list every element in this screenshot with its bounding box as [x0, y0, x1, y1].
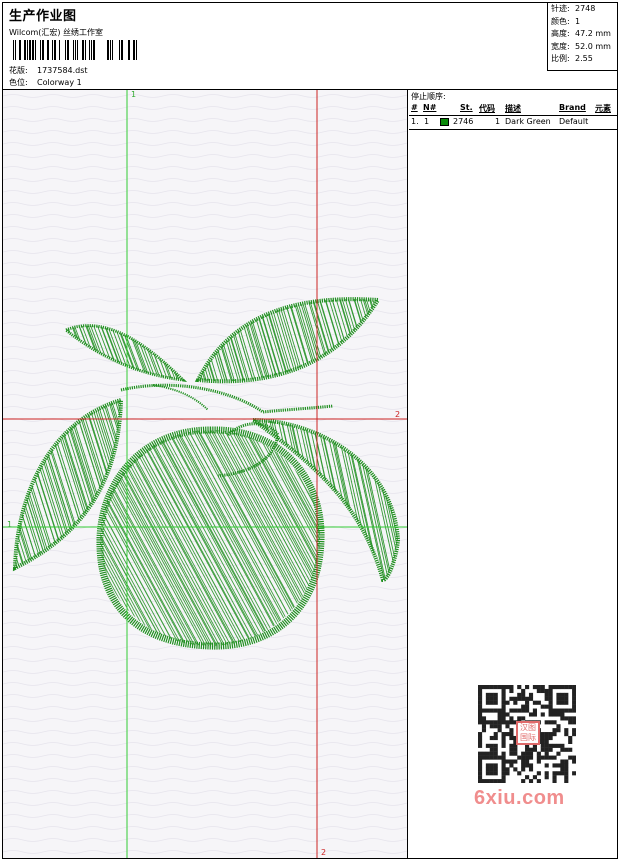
row-description: Dark Green	[505, 117, 551, 126]
row-brand: Default	[559, 117, 589, 126]
colorway-value: Colorway 1	[37, 78, 82, 87]
row-stitches: 2746	[453, 117, 474, 126]
thread-color-swatch	[440, 118, 449, 126]
stat-width: 宽度: 52.0 mm	[551, 41, 611, 51]
stop-sequence-title: 停止顺序:	[411, 92, 446, 101]
embroidery-canvas	[3, 90, 407, 858]
stat-height: 高度: 47.2 mm	[551, 29, 611, 38]
design-file-value: 1737584.dst	[37, 66, 88, 75]
watermark: 汉图 国际 6xiu.com	[470, 681, 582, 811]
stat-stitches: 针迹: 2748	[551, 4, 596, 13]
header-info: 生产作业图 Wilcom(汇宏) 丝绣工作室 花版: 1737584.dst 色位…	[7, 5, 547, 89]
green-crosshair-label-left: 1	[7, 520, 13, 529]
watermark-site: 6xiu.com	[474, 787, 565, 809]
col-element: 元素	[595, 104, 611, 113]
row-index: 1.	[411, 117, 419, 126]
design-stats: 针迹: 2748 颜色: 1 高度: 47.2 mm 宽度: 52.0 mm 比例: 2.…	[547, 3, 618, 71]
barcode	[13, 40, 137, 60]
col-index: #	[411, 103, 418, 112]
row-code: 1	[495, 117, 501, 126]
col-stitches: St.	[460, 103, 473, 112]
watermark-stamp: 汉图 国际	[516, 721, 540, 745]
col-description: 描述	[505, 104, 521, 113]
stat-colors: 颜色: 1	[551, 16, 581, 26]
green-crosshair-label-top: 1	[131, 90, 137, 99]
col-brand: Brand	[559, 103, 586, 112]
stat-scale: 比例: 2.55	[551, 54, 593, 63]
colorway-label: 色位:	[9, 78, 28, 87]
col-needle: N#	[423, 103, 437, 112]
design-file-row: 花版: 1737584.dst	[9, 65, 88, 76]
stop-sequence-header: # N# St. 代码 描述 Brand 元素	[409, 103, 617, 116]
company-name: Wilcom(汇宏) 丝绣工作室	[9, 28, 104, 37]
red-crosshair-label-right: 2	[395, 410, 401, 419]
stop-sequence-row: 1. 1 2746 1 Dark Green Default	[409, 117, 617, 130]
red-crosshair-label-bottom: 2	[321, 848, 327, 857]
row-needle: 1	[424, 117, 430, 126]
col-code: 代码	[479, 104, 495, 113]
design-file-label: 花版:	[9, 66, 28, 75]
design-preview: 1 1 2 2	[3, 90, 408, 858]
page-title: 生产作业图	[9, 9, 77, 24]
colorway-row: 色位: Colorway 1	[9, 77, 82, 88]
